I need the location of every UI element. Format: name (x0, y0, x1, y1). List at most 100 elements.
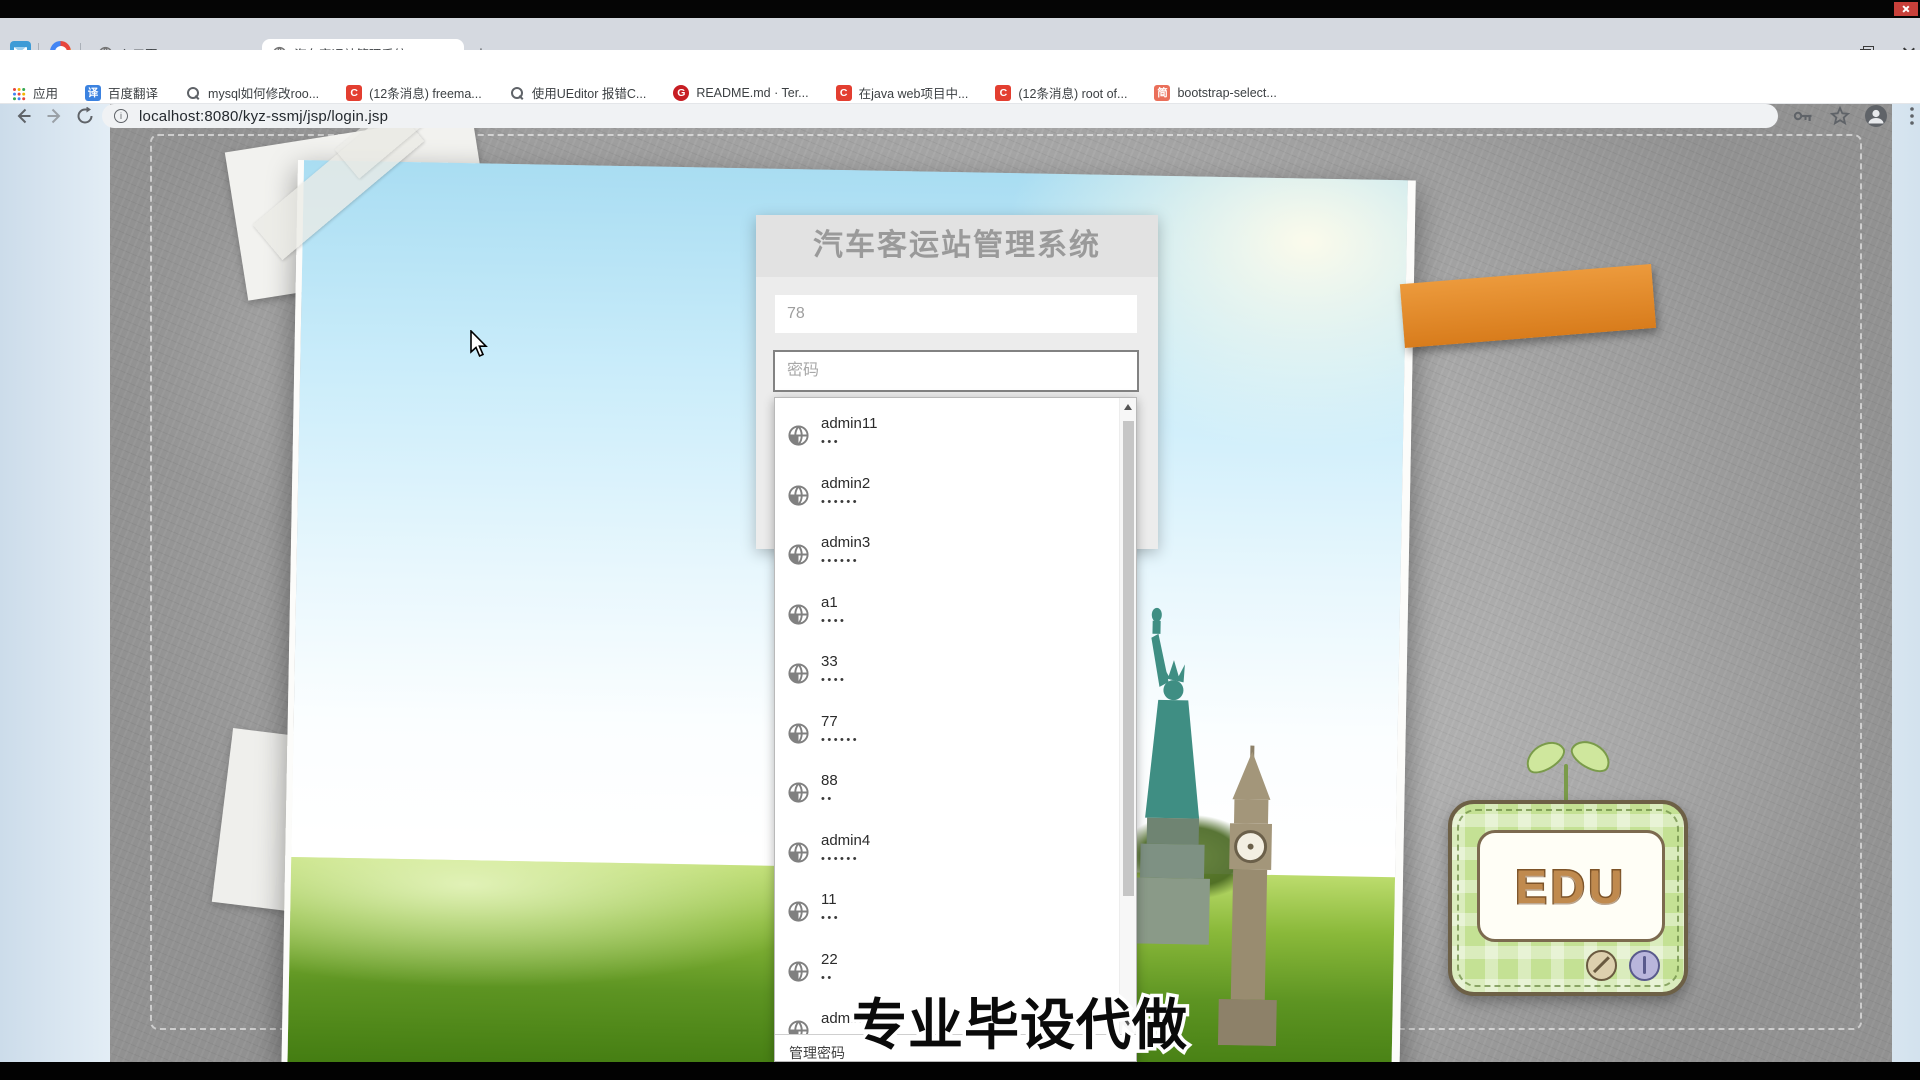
autofill-username: 33 (821, 653, 1138, 670)
bookmark-favicon (509, 85, 525, 101)
autofill-password-dots: •• (821, 793, 1138, 805)
globe-icon (787, 781, 810, 804)
bookmark-item[interactable]: 译 百度翻译 (85, 83, 158, 102)
autofill-username: 77 (821, 713, 1138, 730)
autofill-dropdown: admin11 ••• admin2 •••••• admin3 •••••• (774, 397, 1137, 1062)
letterbox-top (0, 0, 1920, 18)
bookmark-label: 应用 (33, 83, 58, 102)
autofill-item[interactable]: 77 •••••• (775, 706, 1138, 766)
autofill-username: 22 (821, 951, 1138, 968)
watermark-text: 专业毕设代做 (800, 980, 1240, 1060)
bookmarks-bar: 应用 译 百度翻译 mysql如何修改roo... C (12条消息) free… (0, 82, 1920, 104)
tv-knob-left (1586, 950, 1617, 981)
letterbox-bottom (0, 1062, 1920, 1080)
login-panel-header: 汽车客运站管理系统 (756, 215, 1158, 277)
autofill-item[interactable]: admin11 ••• (775, 408, 1138, 468)
globe-icon (787, 722, 810, 745)
edu-badge: EDU (1448, 742, 1692, 1004)
browser-toolbar: i localhost:8080/kyz-ssmj/jsp/login.jsp (0, 50, 1920, 82)
autofill-item[interactable]: 11 ••• (775, 884, 1138, 944)
autofill-username: admin11 (821, 415, 1138, 432)
autofill-password-dots: ••• (821, 436, 1138, 448)
bookmark-item[interactable]: C 在java web项目中... (836, 83, 969, 102)
autofill-item[interactable]: admin2 •••••• (775, 468, 1138, 528)
autofill-password-dots: ••• (821, 912, 1138, 924)
bookmark-label: (12条消息) root of... (1018, 83, 1127, 102)
bookmark-item[interactable]: G README.md · Ter... (673, 85, 808, 101)
sprout-leaf-left (1520, 735, 1569, 779)
bookmark-label: 使用UEditor 报错C... (532, 83, 647, 102)
bookmark-favicon: C (836, 85, 852, 101)
edu-badge-text: EDU (1515, 859, 1626, 914)
globe-icon (787, 841, 810, 864)
bookmark-item[interactable]: C (12条消息) root of... (995, 83, 1127, 102)
autofill-username: admin2 (821, 475, 1138, 492)
autofill-password-dots: •••• (821, 674, 1138, 686)
autofill-item[interactable]: admin4 •••••• (775, 825, 1138, 885)
back-button[interactable] (14, 107, 32, 125)
bookmark-item[interactable]: 使用UEditor 报错C... (509, 83, 647, 102)
bookmark-item[interactable]: 应用 (10, 83, 58, 102)
bookmark-favicon: 译 (85, 85, 101, 101)
bookmark-favicon (10, 85, 26, 101)
profile-avatar[interactable] (1864, 104, 1888, 128)
bookmark-label: (12条消息) freema... (369, 83, 482, 102)
autofill-list: admin11 ••• admin2 •••••• admin3 •••••• (775, 398, 1138, 1034)
autofill-password-dots: •••••• (821, 496, 1138, 508)
page-info-icon[interactable]: i (114, 109, 128, 123)
autofill-username: 88 (821, 772, 1138, 789)
autofill-item[interactable]: 88 •• (775, 765, 1138, 825)
bookmark-label: 百度翻译 (108, 83, 158, 102)
autofill-item[interactable]: 33 •••• (775, 646, 1138, 706)
autofill-password-dots: •••••• (821, 734, 1138, 746)
autofill-item[interactable]: a1 •••• (775, 587, 1138, 647)
autofill-password-dots: •••••• (821, 853, 1138, 865)
autofill-username: admin4 (821, 832, 1138, 849)
globe-icon (787, 543, 810, 566)
url-text[interactable]: localhost:8080/kyz-ssmj/jsp/login.jsp (139, 108, 388, 125)
scrollbar-thumb[interactable] (1123, 421, 1134, 896)
bookmark-label: README.md · Ter... (696, 86, 808, 100)
bookmark-favicon: C (995, 85, 1011, 101)
sprout-stem (1564, 764, 1568, 804)
globe-icon (787, 662, 810, 685)
globe-icon (787, 484, 810, 507)
bookmark-item[interactable]: 简 bootstrap-select... (1154, 85, 1276, 101)
username-input[interactable] (775, 295, 1137, 333)
autofill-username: 11 (821, 891, 1138, 908)
browser-menu-icon[interactable] (1903, 104, 1920, 128)
autofill-password-dots: •••• (821, 615, 1138, 627)
bookmark-label: 在java web项目中... (859, 83, 969, 102)
autofill-password-dots: •••••• (821, 555, 1138, 567)
forward-button[interactable] (46, 107, 64, 125)
refresh-button[interactable] (76, 107, 94, 125)
globe-icon (787, 603, 810, 626)
tab-strip: 入口页 × 汽车客运站管理系统 × + (0, 18, 1920, 50)
tv-frame: EDU (1448, 800, 1688, 996)
autofill-username: a1 (821, 594, 1138, 611)
bookmark-item[interactable]: mysql如何修改roo... (185, 83, 319, 102)
tv-knob-right (1629, 950, 1660, 981)
autofill-username: admin3 (821, 534, 1138, 551)
bookmark-favicon (185, 85, 201, 101)
bookmark-favicon: 简 (1154, 85, 1170, 101)
bookmark-label: bootstrap-select... (1177, 86, 1276, 100)
scrollbar-up-arrow[interactable] (1124, 404, 1132, 410)
bookmark-star-icon[interactable] (1828, 104, 1852, 128)
password-key-icon[interactable] (1791, 104, 1815, 128)
autofill-item[interactable]: admin3 •••••• (775, 527, 1138, 587)
address-bar[interactable]: i localhost:8080/kyz-ssmj/jsp/login.jsp (102, 104, 1778, 128)
password-input[interactable] (773, 350, 1139, 392)
recorder-close-button[interactable] (1894, 2, 1918, 16)
tv-screen: EDU (1477, 830, 1665, 942)
globe-icon (787, 424, 810, 447)
bookmark-item[interactable]: C (12条消息) freema... (346, 83, 482, 102)
bookmark-label: mysql如何修改roo... (208, 83, 319, 102)
mouse-cursor (470, 330, 492, 360)
screen: EDU 汽车客运站管理系统 (0, 0, 1920, 1080)
globe-icon (787, 900, 810, 923)
bookmark-favicon: G (673, 85, 689, 101)
bookmark-favicon: C (346, 85, 362, 101)
dropdown-scrollbar[interactable] (1119, 398, 1136, 1034)
page-title: 汽车客运站管理系统 (756, 215, 1158, 277)
